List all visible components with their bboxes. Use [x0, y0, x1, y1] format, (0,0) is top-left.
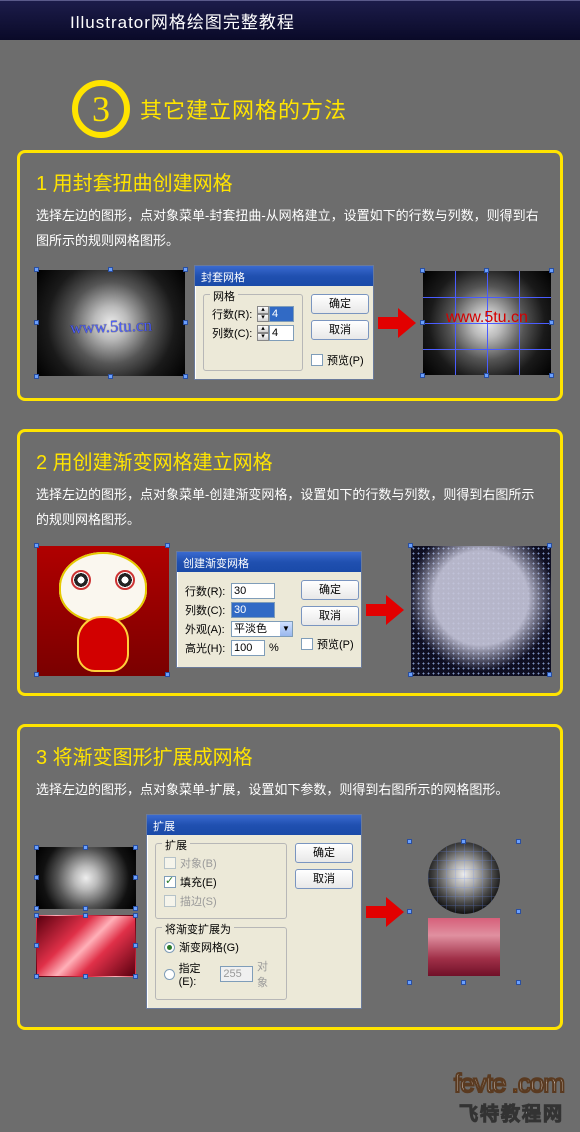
footer: fevte .com 飞特教程网 — [454, 1068, 564, 1126]
page: Illustrator网格绘图完整教程 3 其它建立网格的方法 1 用封套扭曲创… — [0, 0, 580, 1132]
cols-spinner[interactable]: ▴▾ — [257, 325, 269, 341]
card2-row: 创建渐变网格 行数(R): 30 列数(C): 30 外观(A): — [36, 545, 544, 675]
mesh-label: 渐变网格(G) — [179, 939, 239, 955]
glow-square-thumb — [36, 847, 136, 909]
fieldset-legend: 网格 — [210, 288, 238, 304]
method-card-2: 2 用创建渐变网格建立网格 选择左边的图形，点对象菜单-创建渐变网格，设置如下的… — [17, 429, 563, 695]
highlight-input[interactable]: 100 — [231, 640, 265, 656]
object-label: 对象(B) — [180, 855, 217, 871]
watermark-text: www.5tu.cn — [70, 316, 153, 339]
circle-mesh-result — [428, 842, 500, 914]
cols-input[interactable]: 30 — [231, 602, 275, 618]
chevron-down-icon: ▼ — [280, 622, 292, 636]
preview-checkbox[interactable] — [311, 354, 323, 366]
stroke-label: 描边(S) — [180, 893, 217, 909]
rows-label: 行数(R): — [212, 306, 258, 322]
fill-label: 填充(E) — [180, 874, 217, 890]
cartoon-image — [37, 546, 169, 676]
card3-source-stack — [36, 847, 136, 977]
appearance-label: 外观(A): — [185, 621, 231, 637]
card2-result-thumb — [410, 545, 550, 675]
method-card-3: 3 将渐变图形扩展成网格 选择左边的图形，点对象菜单-扩展，设置如下参数，则得到… — [17, 724, 563, 1031]
expand-gradient-legend: 将渐变扩展为 — [162, 921, 234, 937]
mesh-result-image — [411, 546, 551, 676]
highlight-label: 高光(H): — [185, 640, 231, 656]
cancel-button[interactable]: 取消 — [301, 606, 359, 626]
red-mesh-result — [428, 918, 500, 976]
card3-title: 3 将渐变图形扩展成网格 — [36, 741, 544, 770]
ok-button[interactable]: 确定 — [311, 294, 369, 314]
brand-com: com — [518, 1068, 564, 1098]
section-title: 其它建立网格的方法 — [140, 93, 347, 125]
cols-label: 列数(C): — [185, 602, 231, 618]
window-title: Illustrator网格绘图完整教程 — [70, 8, 295, 33]
specify-unit: 对象 — [257, 958, 278, 990]
footer-brand: fevte .com — [454, 1068, 564, 1099]
dialog-titlebar: 扩展 — [147, 815, 361, 835]
specify-label: 指定(E): — [179, 960, 217, 988]
card1-desc: 选择左边的图形，点对象菜单-封套扭曲-从网格建立，设置如下的行数与列数，则得到右… — [36, 204, 544, 253]
ok-button[interactable]: 确定 — [301, 580, 359, 600]
rows-input[interactable]: 30 — [231, 583, 275, 599]
card2-source-thumb — [36, 545, 168, 675]
percent-label: % — [269, 642, 279, 654]
expand-legend: 扩展 — [162, 837, 190, 853]
card2-title: 2 用创建渐变网格建立网格 — [36, 446, 544, 475]
method-card-1: 1 用封套扭曲创建网格 选择左边的图形，点对象菜单-封套扭曲-从网格建立，设置如… — [17, 150, 563, 401]
preview-checkbox[interactable] — [301, 638, 313, 650]
mesh-radio[interactable] — [164, 942, 175, 953]
card1-row: www.5tu.cn 封套网格 网格 行数(R): ▴▾ 4 — [36, 265, 544, 380]
cols-input[interactable]: 4 — [269, 325, 294, 341]
appearance-select[interactable]: 平淡色 ▼ — [231, 621, 293, 637]
preview-label: 预览(P) — [317, 636, 354, 652]
arrow-icon — [378, 308, 418, 338]
card3-result-stack — [410, 842, 518, 982]
ok-button[interactable]: 确定 — [295, 843, 353, 863]
watermark-text: www.5tu.cn — [446, 309, 528, 327]
dialog-titlebar: 封套网格 — [195, 266, 373, 286]
appearance-value: 平淡色 — [234, 622, 267, 636]
red-gradient-thumb — [36, 915, 136, 977]
specify-input: 255 — [220, 966, 253, 982]
dialog-titlebar: 创建渐变网格 — [177, 552, 361, 572]
card3-desc: 选择左边的图形，点对象菜单-扩展，设置如下参数，则得到右图所示的网格图形。 — [36, 778, 544, 803]
card1-source-thumb: www.5tu.cn — [36, 269, 186, 377]
window-titlebar: Illustrator网格绘图完整教程 — [0, 0, 580, 40]
preview-label: 预览(P) — [327, 352, 364, 368]
rows-label: 行数(R): — [185, 583, 231, 599]
rows-spinner[interactable]: ▴▾ — [257, 306, 269, 322]
cols-label: 列数(C): — [212, 325, 258, 341]
arrow-icon — [366, 595, 406, 625]
card3-row: 扩展 扩展 对象(B) 填充(E) — [36, 814, 544, 1009]
cancel-button[interactable]: 取消 — [311, 320, 369, 340]
rows-input[interactable]: 4 — [269, 306, 294, 322]
envelope-mesh-dialog: 封套网格 网格 行数(R): ▴▾ 4 列数(C): ▴▾ 4 — [194, 265, 374, 380]
card2-desc: 选择左边的图形，点对象菜单-创建渐变网格，设置如下的行数与列数，则得到右图所示的… — [36, 483, 544, 532]
object-checkbox — [164, 857, 176, 869]
card1-title: 1 用封套扭曲创建网格 — [36, 167, 544, 196]
section-number-badge: 3 — [72, 80, 130, 138]
arrow-icon — [366, 897, 406, 927]
card1-result-thumb: www.5tu.cn — [422, 270, 552, 376]
stroke-checkbox — [164, 895, 176, 907]
section-header: 3 其它建立网格的方法 — [72, 80, 580, 138]
fill-checkbox[interactable] — [164, 876, 176, 888]
expand-dialog: 扩展 扩展 对象(B) 填充(E) — [146, 814, 362, 1009]
cancel-button[interactable]: 取消 — [295, 869, 353, 889]
gradient-mesh-dialog: 创建渐变网格 行数(R): 30 列数(C): 30 外观(A): — [176, 551, 362, 668]
footer-cn: 飞特教程网 — [454, 1099, 564, 1126]
brand-text: fevte — [454, 1068, 505, 1098]
specify-radio[interactable] — [164, 969, 175, 980]
